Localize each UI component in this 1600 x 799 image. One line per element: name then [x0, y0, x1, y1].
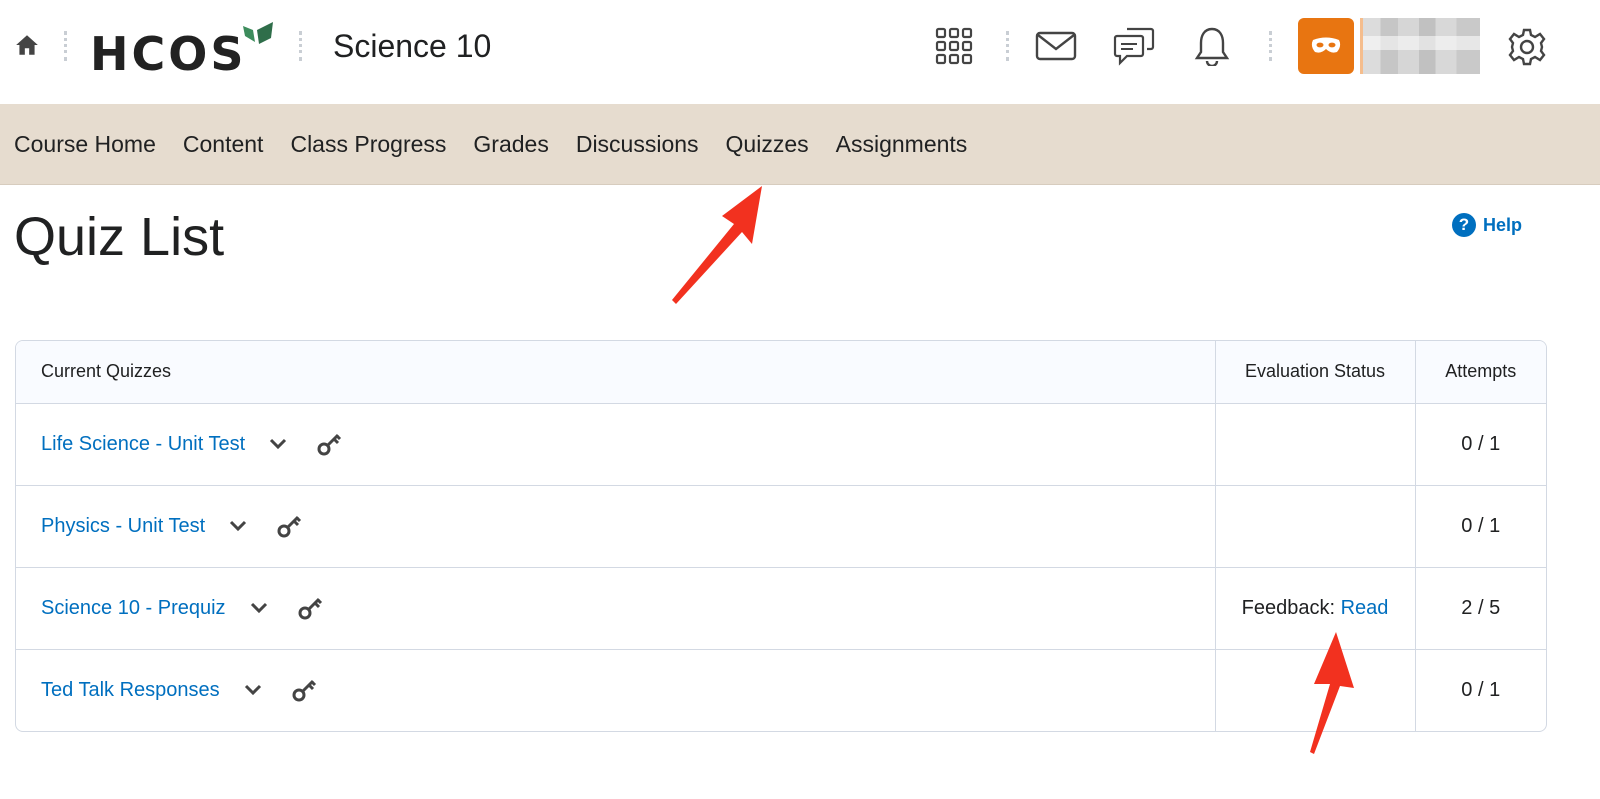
key-icon[interactable]: [290, 676, 318, 704]
course-title[interactable]: Science 10: [333, 26, 491, 66]
leaf-icon: [242, 22, 273, 44]
user-name-blurred[interactable]: [1360, 18, 1480, 74]
help-icon: ?: [1452, 213, 1476, 237]
bell-icon: [1194, 27, 1230, 66]
key-icon[interactable]: [315, 430, 343, 458]
attempts-cell: 0 / 1: [1414, 485, 1546, 568]
home-icon[interactable]: [14, 32, 40, 58]
page-title: Quiz List: [14, 207, 225, 267]
header-attempts: Attempts: [1414, 341, 1546, 404]
header-divider: [1006, 31, 1009, 61]
quiz-cell: Science 10 - Prequiz: [16, 567, 1215, 650]
feedback-read-link[interactable]: Read: [1341, 597, 1389, 619]
quiz-link[interactable]: Life Science - Unit Test: [41, 433, 245, 456]
nav-assignments[interactable]: Assignments: [836, 129, 968, 159]
table-row: Life Science - Unit Test 0 / 1: [16, 403, 1546, 486]
table-row: Ted Talk Responses 0 / 1: [16, 649, 1546, 731]
apps-button[interactable]: [934, 26, 974, 66]
mail-icon: [1035, 31, 1077, 61]
evaluation-cell: [1214, 403, 1415, 486]
grid-icon: [935, 27, 973, 65]
quiz-link[interactable]: Science 10 - Prequiz: [41, 597, 226, 620]
chat-icon: [1113, 27, 1155, 66]
quiz-cell: Physics - Unit Test: [16, 485, 1215, 568]
header-divider: [1269, 31, 1272, 61]
mail-button[interactable]: [1034, 26, 1078, 66]
attempts-cell: 0 / 1: [1414, 649, 1546, 731]
header-current-quizzes: Current Quizzes: [16, 341, 1215, 404]
quiz-link[interactable]: Ted Talk Responses: [41, 679, 220, 702]
chevron-down-icon[interactable]: [227, 515, 249, 537]
course-navbar: Course Home Content Class Progress Grade…: [0, 104, 1600, 185]
header-divider: [299, 31, 302, 61]
chevron-down-icon[interactable]: [248, 597, 270, 619]
nav-content[interactable]: Content: [183, 129, 264, 159]
header-evaluation-status: Evaluation Status: [1214, 341, 1415, 404]
chevron-down-icon[interactable]: [242, 679, 264, 701]
annotation-arrow-quizzes: [672, 186, 762, 304]
top-header: HCOS Science 10: [0, 0, 1600, 104]
key-icon[interactable]: [296, 594, 324, 622]
gear-icon: [1508, 28, 1546, 66]
nav-class-progress[interactable]: Class Progress: [290, 129, 446, 159]
quiz-cell: Life Science - Unit Test: [16, 403, 1215, 486]
chat-button[interactable]: [1112, 26, 1156, 66]
settings-button[interactable]: [1506, 26, 1548, 68]
nav-grades[interactable]: Grades: [473, 129, 548, 159]
key-icon[interactable]: [275, 512, 303, 540]
user-avatar[interactable]: [1298, 18, 1354, 74]
nav-course-home[interactable]: Course Home: [14, 129, 156, 159]
table-row: Physics - Unit Test 0 / 1: [16, 485, 1546, 568]
evaluation-cell: [1214, 649, 1415, 731]
table-row: Science 10 - Prequiz Feedback: Read 2 / …: [16, 567, 1546, 650]
attempts-cell: 0 / 1: [1414, 403, 1546, 486]
logo-text: HCOS: [90, 27, 247, 81]
evaluation-cell: Feedback: Read: [1214, 567, 1415, 650]
mask-icon: [1311, 37, 1341, 53]
quiz-table: Current Quizzes Evaluation Status Attemp…: [15, 340, 1547, 732]
table-header-row: Current Quizzes Evaluation Status Attemp…: [16, 341, 1546, 404]
help-link[interactable]: ? Help: [1452, 213, 1522, 237]
quiz-cell: Ted Talk Responses: [16, 649, 1215, 731]
hcos-logo[interactable]: HCOS: [90, 20, 277, 81]
notifications-button[interactable]: [1192, 26, 1232, 66]
attempts-cell: 2 / 5: [1414, 567, 1546, 650]
help-label: Help: [1483, 214, 1523, 235]
nav-quizzes[interactable]: Quizzes: [726, 129, 809, 159]
nav-discussions[interactable]: Discussions: [576, 129, 699, 159]
evaluation-cell: [1214, 485, 1415, 568]
quiz-link[interactable]: Physics - Unit Test: [41, 515, 205, 538]
header-divider: [64, 31, 67, 61]
chevron-down-icon[interactable]: [267, 433, 289, 455]
feedback-label: Feedback:: [1241, 596, 1335, 619]
